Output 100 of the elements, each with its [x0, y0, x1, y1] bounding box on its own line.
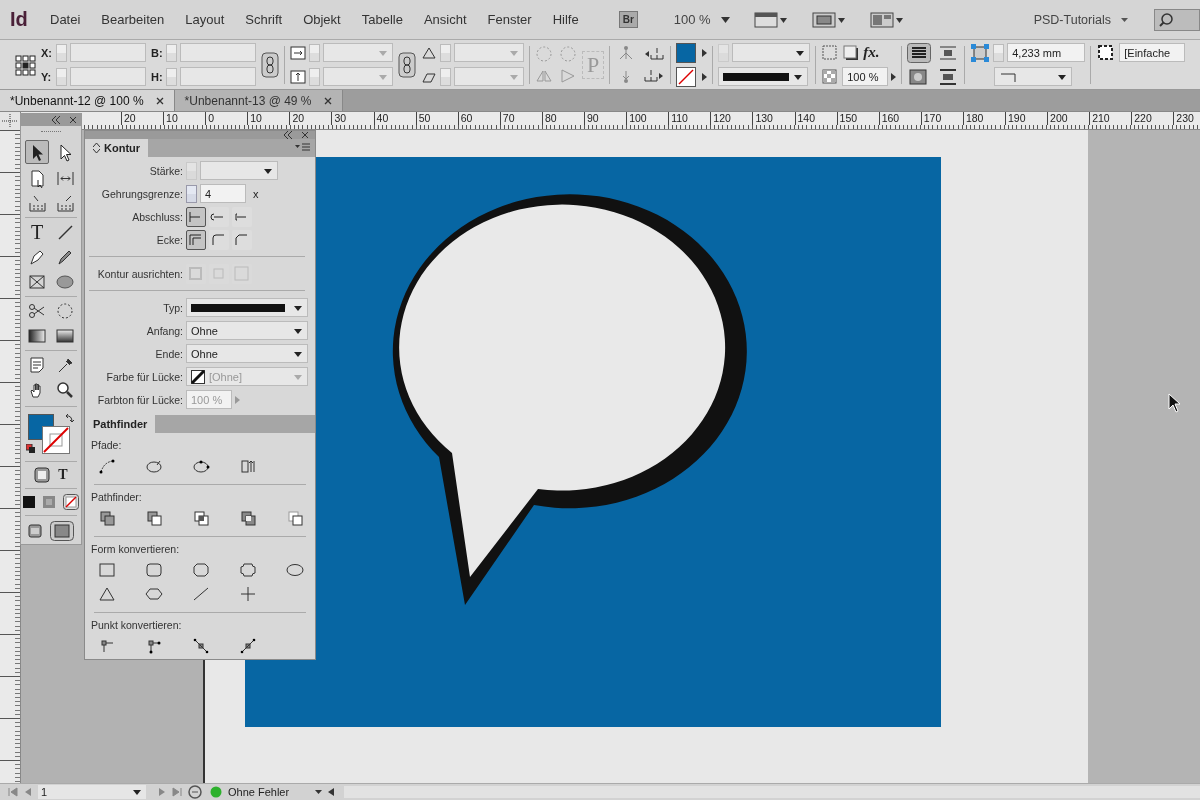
dropdown-field[interactable] [454, 43, 524, 62]
chain-icon[interactable] [398, 51, 416, 78]
inverse-rounded-icon[interactable] [239, 561, 257, 579]
panel-tab[interactable]: Kontur [85, 139, 149, 157]
menu-item[interactable]: Hilfe [552, 12, 579, 27]
menu-item[interactable]: Datei [50, 12, 81, 27]
panel-menu-icon[interactable] [295, 143, 311, 151]
stroke-none-swatch[interactable] [676, 66, 697, 87]
text-wrap-icon[interactable] [907, 42, 932, 63]
input-field[interactable] [70, 43, 146, 62]
bridge-button[interactable]: Br [618, 11, 638, 28]
corner-frame-icon[interactable] [970, 42, 991, 63]
document-tab[interactable]: *Unbenannt-13 @ 49 % [174, 90, 343, 111]
reference-point-icon[interactable] [14, 53, 36, 76]
stroke-option-button[interactable] [209, 229, 229, 250]
input-field[interactable] [180, 67, 256, 86]
menu-item[interactable]: Ansicht [423, 12, 467, 27]
subtract-shapes-icon[interactable] [145, 509, 163, 527]
menu-item[interactable]: Objekt [303, 12, 341, 27]
input-field[interactable] [180, 43, 256, 62]
default-colors-icon[interactable] [26, 444, 36, 454]
apply-none-icon[interactable] [63, 494, 79, 510]
preflight-icon[interactable] [188, 785, 204, 799]
menu-item[interactable]: Bearbeiten [101, 12, 165, 27]
caret-icon[interactable] [702, 72, 708, 81]
caret-icon[interactable] [1121, 17, 1128, 22]
stroke-option-button[interactable] [232, 229, 252, 250]
effects-button[interactable]: fx. [863, 44, 880, 61]
close-icon[interactable] [155, 96, 164, 105]
stroke-option-button[interactable] [232, 206, 252, 227]
menu-item[interactable]: Fenster [487, 12, 532, 27]
stroke-none-swatch[interactable] [42, 426, 70, 454]
symmetric-point-icon[interactable] [239, 637, 257, 655]
dropdown-field[interactable]: Ohne [186, 321, 308, 340]
workspace-switcher[interactable]: PSD-Tutorials [1033, 12, 1111, 27]
line-icon[interactable] [192, 585, 210, 603]
menu-item[interactable]: Layout [185, 12, 225, 27]
minus-back-icon[interactable] [286, 509, 304, 527]
close-icon[interactable] [323, 96, 332, 105]
plus-icon[interactable] [239, 585, 257, 603]
polygon-icon[interactable] [145, 585, 163, 603]
panel-tab[interactable]: Pathfinder [85, 415, 156, 433]
formatting-container-icon[interactable] [34, 467, 51, 483]
caret-icon[interactable] [720, 16, 730, 23]
screen-mode-icon[interactable] [811, 11, 846, 28]
ruler-origin-icon[interactable] [0, 112, 21, 130]
stroke-type-dropdown[interactable] [186, 298, 308, 317]
collapse-icon[interactable] [283, 131, 293, 139]
menu-item[interactable]: Tabelle [361, 12, 403, 27]
page-number-field[interactable]: 1 [38, 785, 146, 799]
document-tab[interactable]: *Unbenannt-12 @ 100 % [0, 90, 175, 111]
corner-size-field[interactable]: 4,233 mm [1007, 43, 1086, 62]
stroke-option-button[interactable] [209, 206, 229, 227]
menu-item[interactable]: Schrift [245, 12, 283, 27]
close-icon[interactable] [301, 131, 309, 139]
drop-shadow-icon[interactable] [842, 43, 861, 62]
smooth-point-icon[interactable] [192, 637, 210, 655]
type-tool[interactable]: T [30, 221, 44, 243]
stroke-option-button[interactable] [186, 229, 206, 250]
rectangle-icon[interactable] [98, 561, 116, 579]
ellipse-icon[interactable] [286, 561, 304, 579]
fill-swatch[interactable] [676, 42, 697, 63]
app-logo[interactable]: Id [10, 8, 40, 31]
preview-mode-icon[interactable] [50, 521, 74, 541]
corner-shape-dropdown[interactable] [994, 67, 1073, 86]
caret-icon[interactable] [891, 72, 897, 81]
intersect-shapes-icon[interactable] [192, 509, 210, 527]
reverse-path-icon[interactable] [239, 457, 257, 475]
stroke-type-dropdown[interactable] [718, 67, 809, 86]
plain-point-icon[interactable] [98, 637, 116, 655]
dropdown-field[interactable] [454, 67, 524, 86]
join-path-icon[interactable] [98, 457, 116, 475]
collapse-icon[interactable] [51, 116, 61, 124]
expand-icon[interactable] [93, 143, 100, 153]
zoom-dropdown[interactable]: 100 % [673, 12, 711, 27]
dropdown-field[interactable] [323, 67, 393, 86]
swap-arrow-icon[interactable] [65, 413, 75, 423]
exclude-overlap-icon[interactable] [239, 509, 257, 527]
opacity-field[interactable]: 100 % [842, 67, 889, 86]
input-field[interactable] [70, 67, 146, 86]
object-style-field[interactable]: [Einfache [1119, 43, 1186, 62]
close-icon[interactable] [69, 116, 77, 124]
preflight-status[interactable]: Ohne Fehler [228, 786, 290, 798]
chain-icon[interactable] [261, 51, 279, 78]
scroll-left-icon[interactable] [328, 788, 335, 796]
stroke-option-button[interactable] [186, 206, 206, 227]
search-field[interactable] [1154, 8, 1200, 31]
apply-color-icon[interactable] [23, 496, 35, 508]
view-options-icon[interactable] [753, 11, 788, 28]
dropdown-field[interactable] [323, 43, 393, 62]
normal-mode-icon[interactable] [28, 524, 42, 538]
formatting-text-button[interactable]: T [58, 467, 68, 483]
miter-limit-field[interactable]: 4 [200, 184, 246, 203]
caret-icon[interactable] [315, 790, 323, 794]
dropdown-field[interactable]: Ohne [186, 344, 308, 363]
arrange-documents-icon[interactable] [869, 11, 904, 28]
triangle-icon[interactable] [98, 585, 116, 603]
caret-icon[interactable] [702, 48, 708, 57]
corner-point-icon[interactable] [145, 637, 163, 655]
add-shapes-icon[interactable] [98, 509, 116, 527]
